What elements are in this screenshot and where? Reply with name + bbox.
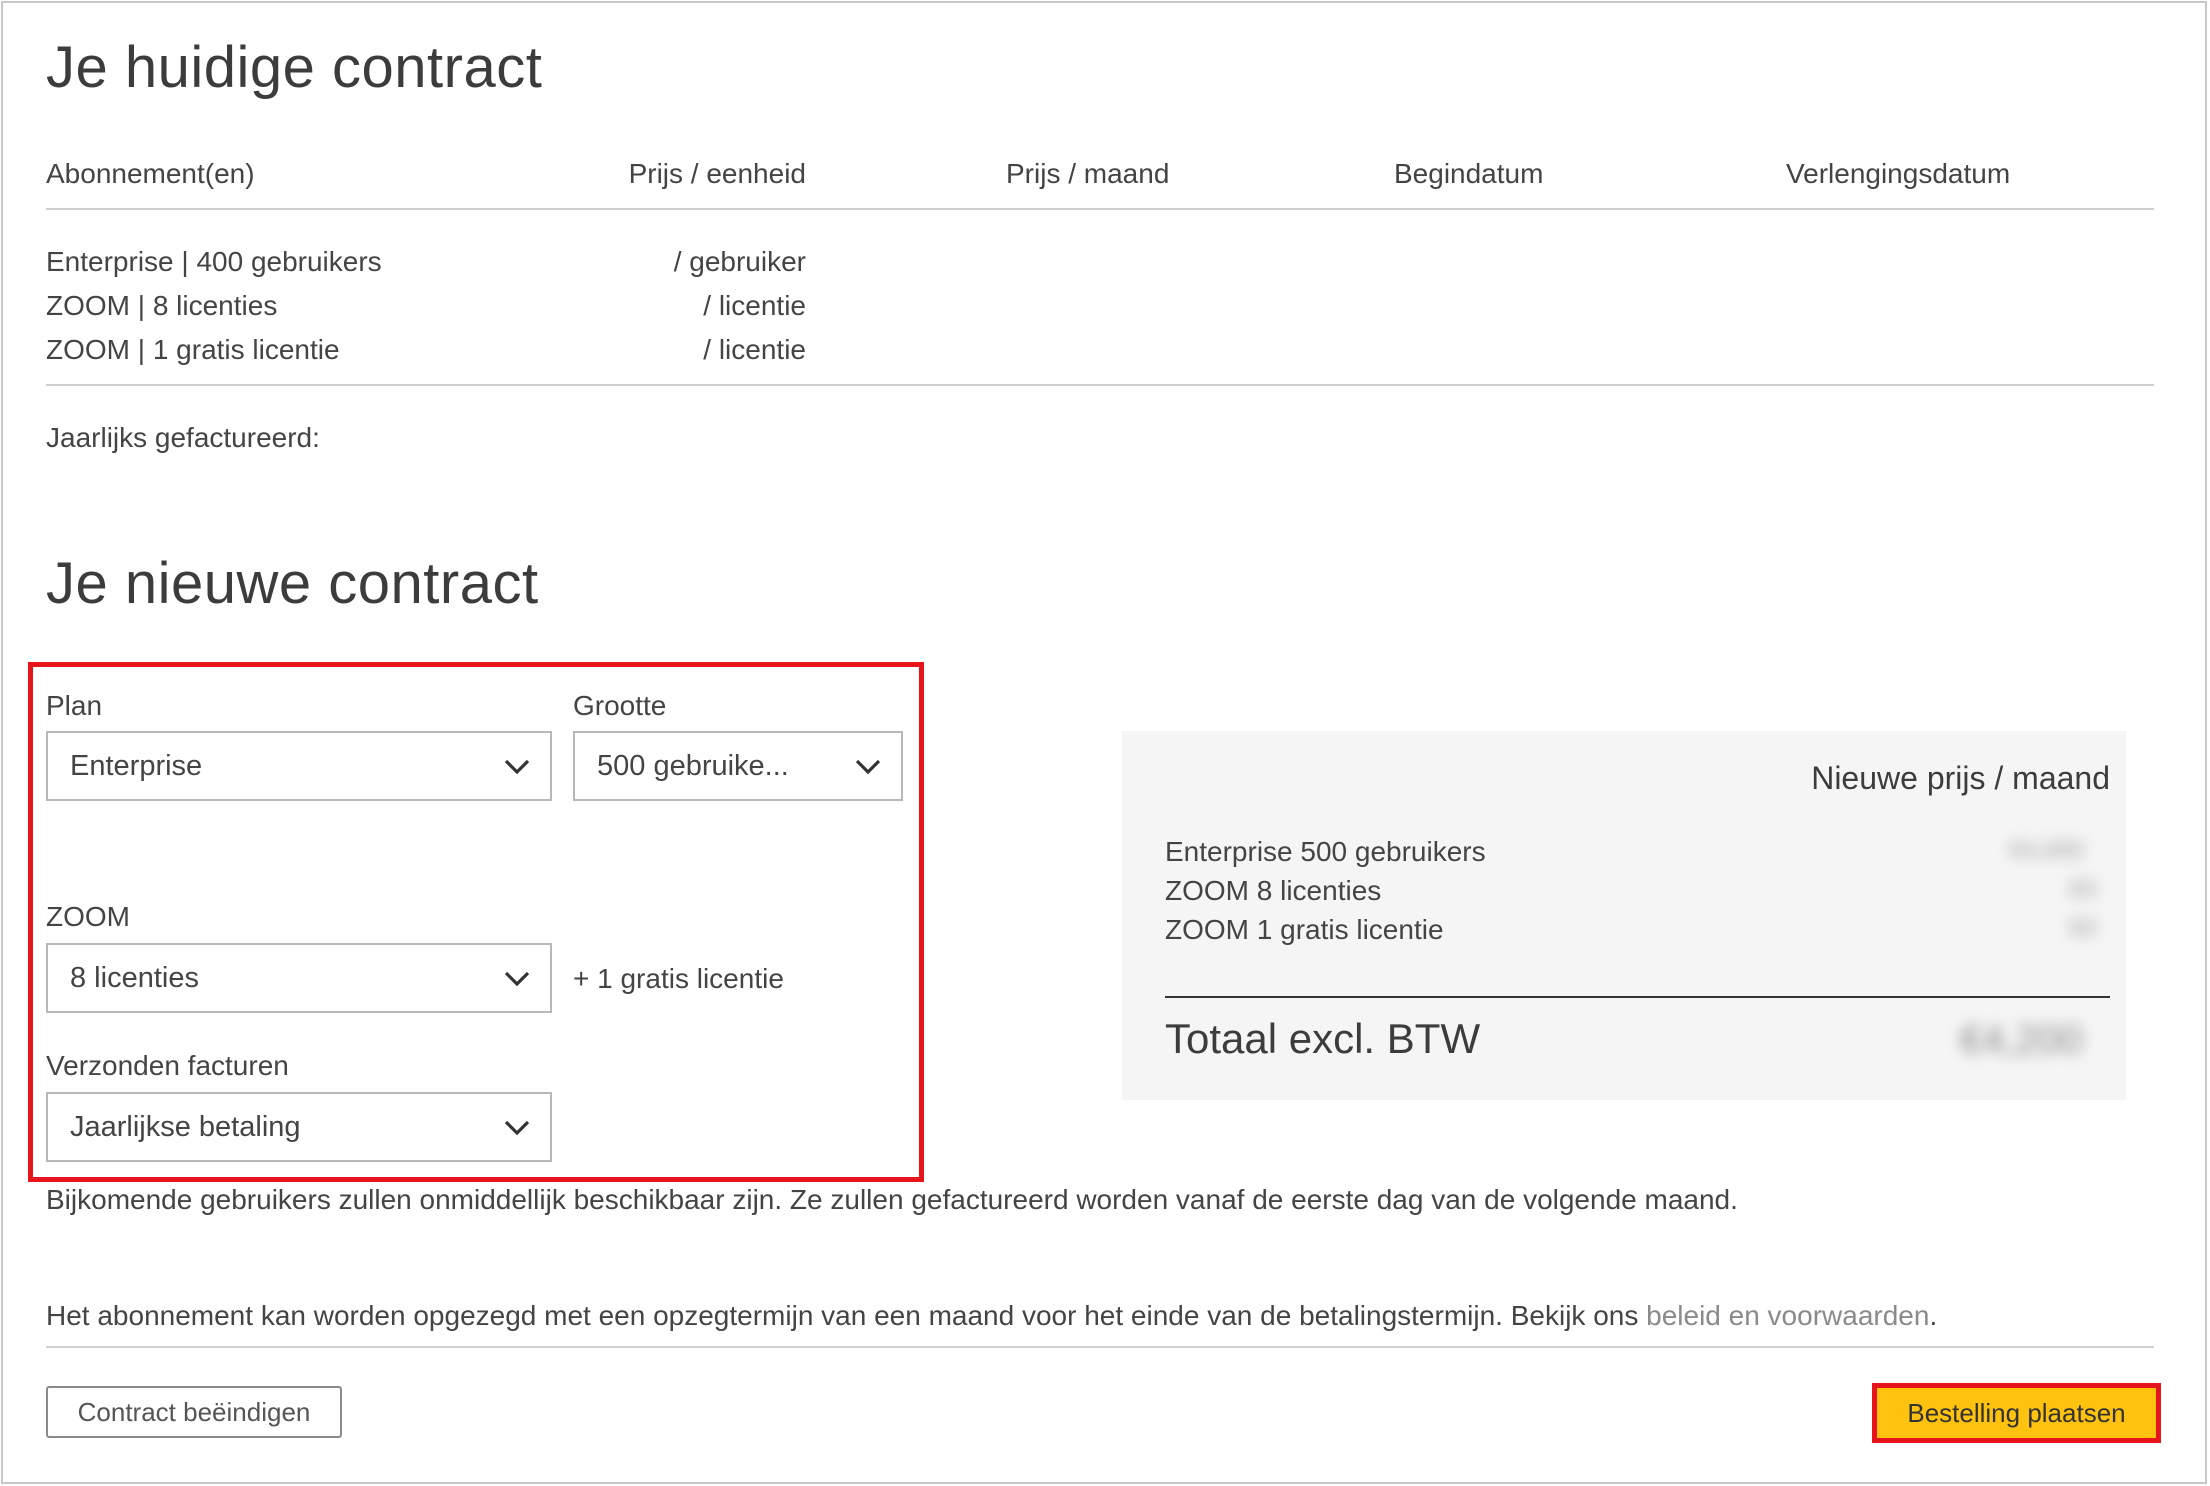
summary-item-label: Enterprise 500 gebruikers — [1165, 836, 1486, 867]
zoom-select[interactable]: 8 licenties — [46, 943, 552, 1013]
plan-label: Plan — [46, 690, 103, 721]
cancellation-period: . — [1929, 1300, 1938, 1331]
plan-select[interactable]: Enterprise — [46, 731, 552, 801]
plan-select-value: Enterprise — [70, 750, 203, 782]
row-unit: / gebruiker — [673, 246, 806, 277]
policy-link[interactable]: beleid en voorwaarden — [1646, 1300, 1929, 1331]
summary-item-value: €4,000 — [2010, 837, 2084, 864]
summary-total-divider — [1165, 996, 2110, 998]
new-contract-title: Je nieuwe contract — [46, 551, 539, 616]
invoices-select[interactable]: Jaarlijkse betaling — [46, 1092, 552, 1162]
size-select-value: 500 gebruike... — [597, 750, 789, 782]
free-license-note: + 1 gratis licentie — [573, 963, 784, 994]
invoices-label: Verzonden facturen — [46, 1050, 289, 1081]
header-start-date: Begindatum — [1394, 158, 1544, 189]
chevron-down-icon — [504, 1120, 530, 1136]
summary-total-value: €4,200 — [1960, 1018, 2083, 1062]
invoices-select-value: Jaarlijkse betaling — [70, 1111, 301, 1143]
header-monthly-price: Prijs / maand — [1006, 158, 1170, 189]
chevron-down-icon — [855, 759, 881, 775]
zoom-select-value: 8 licenties — [70, 962, 199, 994]
summary-heading: Nieuwe prijs / maand — [1811, 760, 2110, 796]
cancellation-note: Het abonnement kan worden opgezegd met e… — [46, 1298, 1937, 1334]
end-contract-button[interactable]: Contract beëindigen — [46, 1386, 342, 1438]
table-header-divider — [46, 208, 2154, 210]
size-select[interactable]: 500 gebruike... — [573, 731, 903, 801]
summary-item-value: €0 — [2070, 915, 2097, 942]
row-unit: / licentie — [703, 290, 806, 321]
place-order-button[interactable]: Bestelling plaatsen — [1877, 1388, 2156, 1438]
chevron-down-icon — [504, 971, 530, 987]
size-label: Grootte — [573, 690, 667, 721]
table-footer-divider — [46, 384, 2154, 386]
chevron-down-icon — [504, 759, 530, 775]
summary-total-label: Totaal excl. BTW — [1165, 1015, 1481, 1062]
summary-item-value: €0 — [2070, 876, 2097, 903]
billed-yearly-label: Jaarlijks gefactureerd: — [46, 422, 320, 453]
summary-item-label: ZOOM 1 gratis licentie — [1165, 914, 1444, 945]
header-subscriptions: Abonnement(en) — [46, 158, 255, 189]
row-unit: / licentie — [703, 334, 806, 365]
additional-users-note: Bijkomende gebruikers zullen onmiddellij… — [46, 1184, 1738, 1215]
row-name: ZOOM | 1 gratis licentie — [46, 334, 340, 365]
summary-item-label: ZOOM 8 licenties — [1165, 875, 1382, 906]
row-name: Enterprise | 400 gebruikers — [46, 246, 382, 277]
row-name: ZOOM | 8 licenties — [46, 290, 278, 321]
cancellation-text: Het abonnement kan worden opgezegd met e… — [46, 1300, 1647, 1331]
current-contract-title: Je huidige contract — [46, 35, 543, 100]
header-unit-price: Prijs / eenheid — [628, 158, 806, 189]
actions-divider — [46, 1346, 2154, 1348]
zoom-label: ZOOM — [46, 901, 130, 932]
header-renewal-date: Verlengingsdatum — [1786, 158, 2011, 189]
